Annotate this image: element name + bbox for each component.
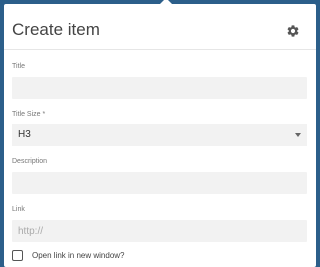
caret-down-icon: [295, 133, 301, 137]
new-window-label[interactable]: Open link in new window?: [32, 250, 125, 261]
description-label: Description: [12, 158, 48, 165]
link-input[interactable]: [12, 220, 307, 242]
gear-icon[interactable]: [286, 24, 300, 38]
title-size-value: H3: [18, 129, 31, 140]
new-window-checkbox[interactable]: [12, 250, 23, 261]
dialog-title: Create item: [12, 20, 100, 39]
title-input[interactable]: [12, 77, 307, 99]
dialog-header: Create item: [4, 4, 316, 50]
title-size-label: Title Size *: [12, 111, 46, 118]
description-input[interactable]: [12, 172, 307, 194]
create-item-dialog: Create item Title Title Size * H3 Descri…: [4, 0, 316, 267]
link-label: Link: [12, 206, 25, 213]
title-label: Title: [12, 63, 25, 70]
title-size-select[interactable]: H3: [12, 124, 307, 146]
